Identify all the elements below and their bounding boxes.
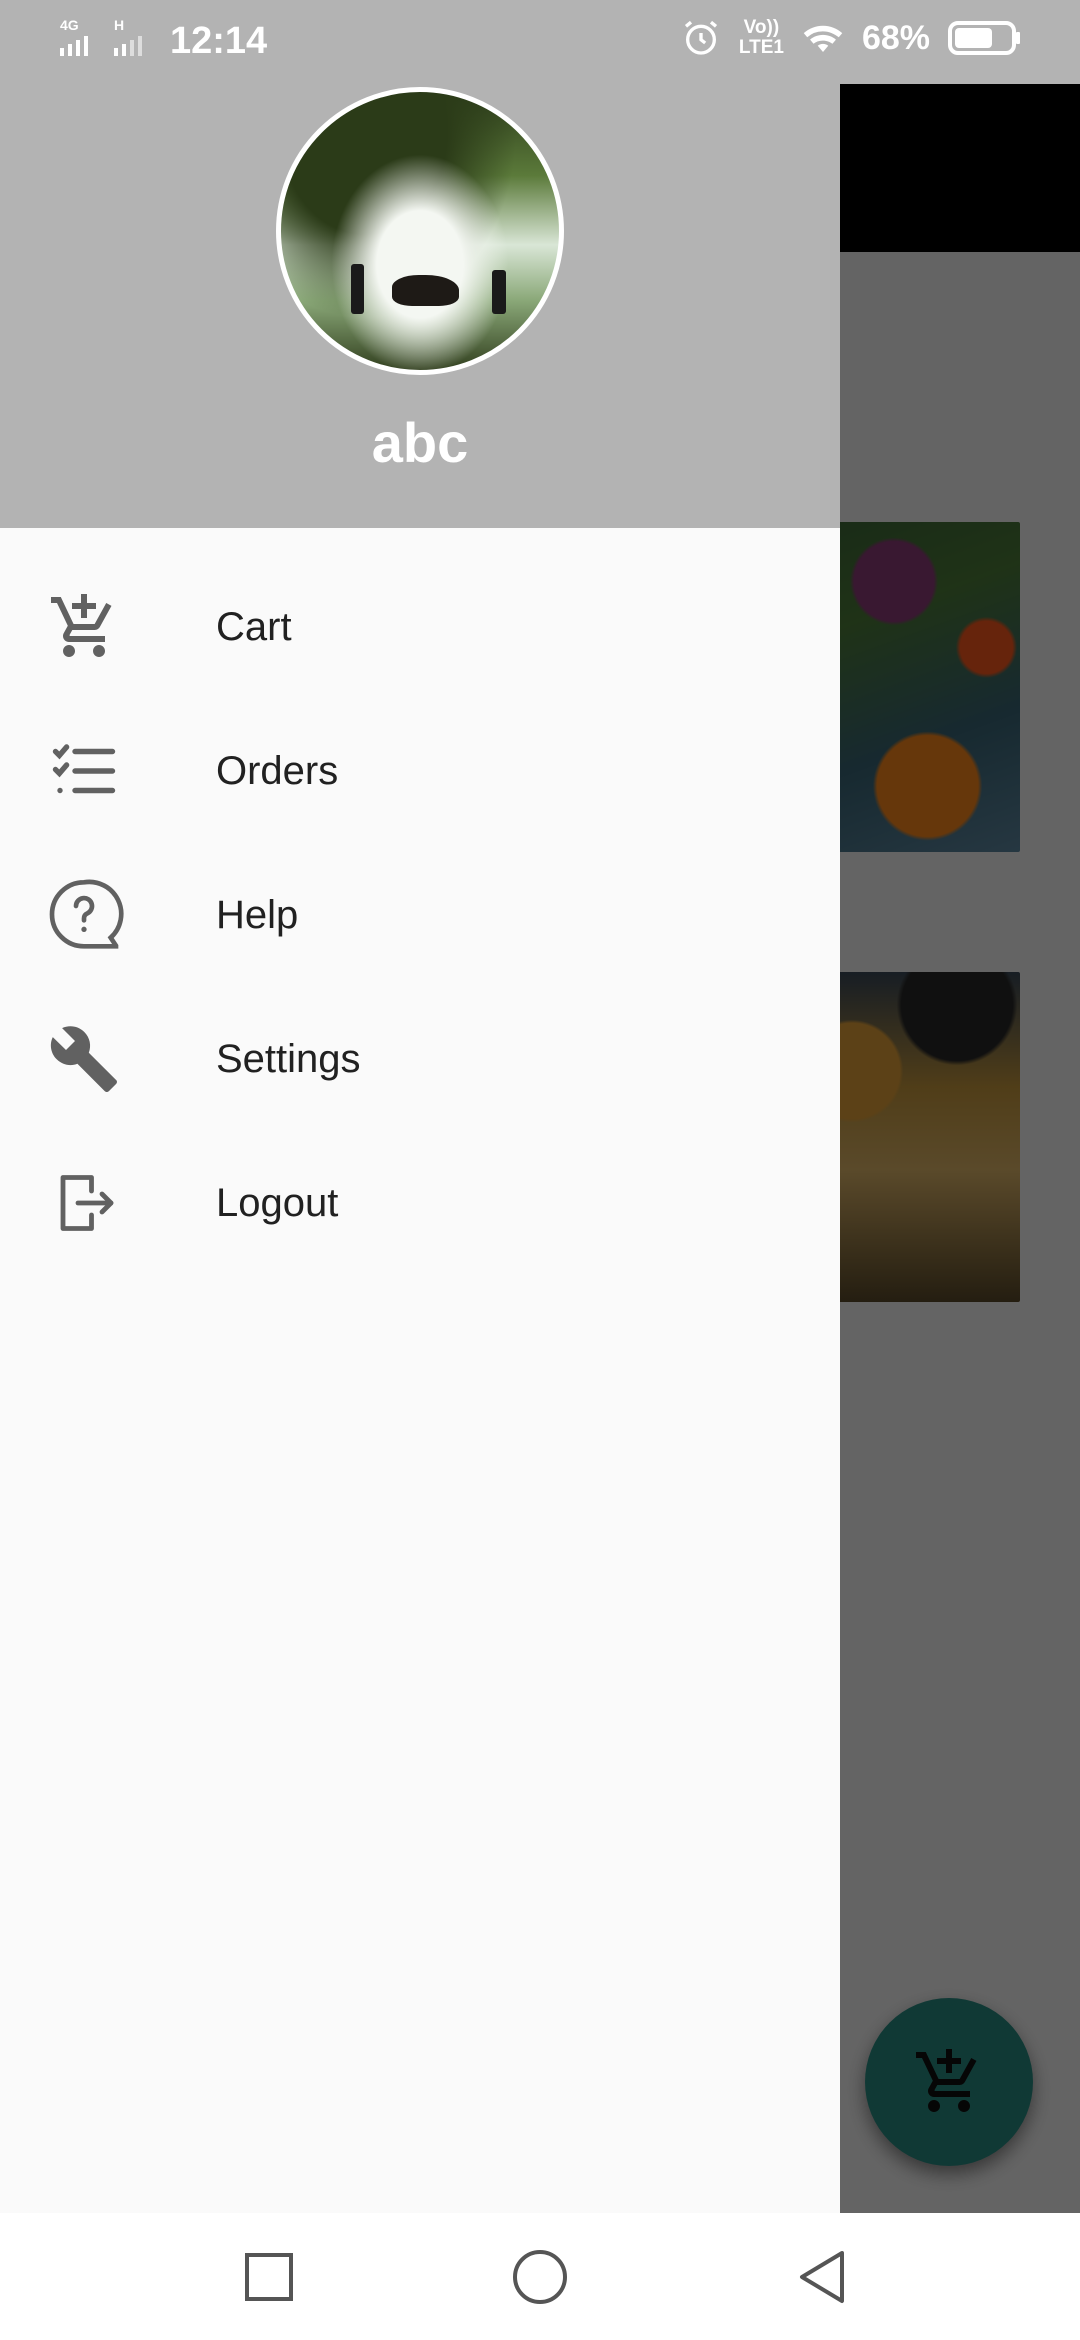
recents-button[interactable]	[237, 2245, 301, 2309]
menu-label-logout: Logout	[216, 1180, 339, 1225]
profile-avatar[interactable]	[276, 87, 564, 375]
volte-indicator: Vo)) LTE1	[739, 18, 784, 58]
menu-label-cart: Cart	[216, 604, 292, 649]
system-nav-bar	[0, 2213, 1080, 2340]
add-cart-icon	[44, 587, 124, 667]
secondary-network: H	[114, 17, 124, 33]
menu-item-orders[interactable]: Orders	[0, 699, 840, 843]
drawer-menu: Cart Orders Help Settings Logout	[0, 555, 840, 1275]
menu-item-cart[interactable]: Cart	[0, 555, 840, 699]
wifi-icon	[803, 25, 843, 52]
volte-label: Vo))	[743, 17, 780, 38]
checklist-icon	[44, 731, 124, 811]
menu-label-settings: Settings	[216, 1036, 361, 1081]
status-bar: 4G H 12:14 Vo)) LTE1 68%	[0, 0, 1080, 84]
menu-item-logout[interactable]: Logout	[0, 1131, 840, 1275]
battery-icon	[948, 21, 1020, 55]
help-bubble-icon	[44, 875, 124, 955]
wrench-icon	[44, 1019, 124, 1099]
square-icon	[245, 2253, 293, 2301]
navigation-drawer: abc Cart Orders Help Settings Logout	[0, 0, 840, 2213]
cellular-signal-icon: 4G H	[58, 16, 168, 69]
alarm-icon	[684, 20, 717, 55]
status-right-group: Vo)) LTE1 68%	[681, 18, 1022, 58]
back-triangle-icon	[800, 2251, 844, 2303]
menu-item-settings[interactable]: Settings	[0, 987, 840, 1131]
back-button[interactable]	[790, 2245, 854, 2309]
logout-icon	[44, 1163, 124, 1243]
menu-label-help: Help	[216, 892, 299, 937]
circle-icon	[513, 2250, 567, 2304]
lte-label: LTE1	[738, 37, 784, 58]
home-button[interactable]	[508, 2245, 572, 2309]
menu-label-orders: Orders	[216, 748, 339, 793]
battery-percent: 68%	[861, 18, 930, 57]
network-type: 4G	[60, 17, 79, 33]
user-name: abc	[371, 411, 469, 474]
menu-item-help[interactable]: Help	[0, 843, 840, 987]
status-time: 12:14	[170, 20, 268, 62]
